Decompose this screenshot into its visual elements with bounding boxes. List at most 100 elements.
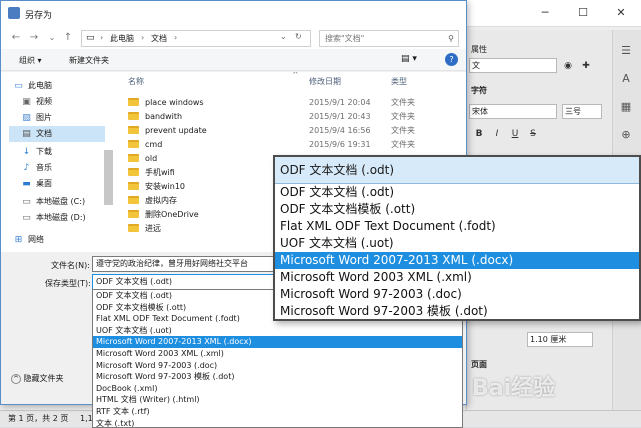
nav-item-videos[interactable]: ▣ 视频 (21, 94, 119, 110)
organize-button[interactable]: 组织 ▾ (19, 55, 42, 66)
sort-chevron-icon: ^ (292, 72, 299, 79)
column-header-date[interactable]: 修改日期 (309, 76, 341, 87)
maximize-icon[interactable]: ☐ (564, 0, 602, 26)
zoomed-current-type[interactable]: ODF 文本文档 (.odt) (275, 157, 639, 184)
minimize-icon[interactable]: ─ (526, 0, 564, 26)
new-style-icon[interactable]: ✚ (578, 58, 594, 74)
filetype-option[interactable]: Microsoft Word 2003 XML (.xml) (93, 348, 462, 360)
zoomed-option[interactable]: ODF 文本文档 (.odt) (275, 184, 639, 201)
update-style-icon[interactable]: ◉ (560, 58, 576, 74)
filetype-option[interactable]: Microsoft Word 97-2003 (.doc) (93, 360, 462, 372)
folder-icon (128, 168, 139, 176)
zoomed-option[interactable]: Flat XML ODF Text Document (.fodt) (275, 218, 639, 235)
forward-arrow-icon[interactable]: → (27, 31, 41, 45)
folder-icon (128, 154, 139, 162)
filetype-option[interactable]: 文本 (.txt) (93, 418, 462, 427)
folder-icon (128, 126, 139, 134)
folder-icon (128, 112, 139, 120)
column-header-name[interactable]: 名称 (128, 76, 144, 87)
filetype-label: 保存类型(T): (45, 279, 91, 288)
breadcrumb-this-pc[interactable]: 此电脑 (110, 33, 134, 44)
filename-label: 文件名(N): (51, 261, 90, 270)
collapse-chevron-icon: ^ (11, 374, 21, 384)
zoomed-option[interactable]: UOF 文本文档 (.uot) (275, 235, 639, 252)
filetype-select[interactable]: ODF 文本文档 (.odt) (92, 274, 282, 290)
drive-icon: ▭ (22, 213, 31, 223)
bold-icon[interactable]: B (471, 126, 487, 142)
filetype-option-selected[interactable]: Microsoft Word 2007-2013 XML (.docx) (93, 336, 462, 348)
file-row[interactable]: prevent update 2015/9/4 16:56 文件夹 (128, 124, 458, 138)
file-row[interactable]: cmd 2015/9/6 19:31 文件夹 (128, 138, 458, 152)
nav-item-drive-d[interactable]: ▭ 本地磁盘 (D:) (21, 210, 119, 226)
address-row: ← → ⌄ ↑ ▭ › 此电脑 › 文档 › ⌄ ↻ 搜索"文档" ⚲ (1, 27, 466, 49)
nav-scrollbar[interactable] (104, 150, 113, 205)
search-input[interactable]: 搜索"文档" ⚲ (319, 30, 459, 47)
filetype-option[interactable]: DocBook (.xml) (93, 383, 462, 395)
folder-icon (128, 210, 139, 218)
filename-input[interactable]: 遵守党的政治纪律，曾牙用好网络社交平台 (92, 256, 282, 272)
folder-icon (128, 140, 139, 148)
folder-icon (128, 98, 139, 106)
new-folder-button[interactable]: 新建文件夹 (69, 55, 109, 66)
paragraph-style-select[interactable]: 文 (469, 58, 557, 73)
indent-spinbox[interactable]: 1.10 厘米 (527, 332, 593, 347)
nav-item-network[interactable]: ⊞ 网络 (13, 232, 111, 248)
dialog-title: 另存为 (25, 11, 53, 21)
font-size-select[interactable]: 三号 (562, 104, 602, 119)
italic-icon[interactable]: I (489, 126, 505, 142)
nav-item-pictures[interactable]: ▨ 图片 (21, 110, 119, 126)
column-header-type[interactable]: 类型 (391, 76, 407, 87)
zoomed-option-selected[interactable]: Microsoft Word 2007-2013 XML (.docx) (275, 252, 639, 269)
recent-chevron-icon[interactable]: ⌄ (45, 31, 59, 45)
gallery-deck-icon[interactable]: ▦ (617, 98, 635, 116)
app-icon (8, 7, 20, 19)
styles-deck-icon[interactable]: A (617, 70, 635, 88)
navigation-pane: ▭ 此电脑 ▣ 视频 ▨ 图片 ▤ 文档 ↓ 下载 ♪ 音乐 ▬ 桌面 ▭ 本地磁盘 (C:) … (1, 72, 114, 252)
download-icon: ↓ (22, 147, 31, 157)
filetype-option[interactable]: UOF 文本文档 (.uot) (93, 325, 462, 337)
file-row[interactable]: bandwith 2015/9/1 20:43 文件夹 (128, 110, 458, 124)
back-arrow-icon[interactable]: ← (9, 31, 23, 45)
zoomed-option[interactable]: Microsoft Word 2003 XML (.xml) (275, 269, 639, 286)
picture-icon: ▨ (22, 113, 31, 123)
zoomed-option[interactable]: Microsoft Word 97-2003 模板 (.dot) (275, 303, 639, 320)
underline-icon[interactable]: U (507, 126, 523, 142)
network-icon: ⊞ (14, 235, 23, 245)
refresh-icon[interactable]: ↻ (295, 32, 302, 41)
dialog-titlebar: 另存为 (1, 1, 466, 27)
desktop-icon: ▬ (22, 179, 31, 189)
close-icon[interactable]: ✕ (602, 0, 640, 26)
address-dropdown-icon[interactable]: ⌄ (280, 32, 287, 41)
filetype-option[interactable]: RTF 文本 (.rtf) (93, 406, 462, 418)
video-icon: ▣ (22, 97, 31, 107)
properties-deck-icon[interactable]: ☰ (617, 42, 635, 60)
zoomed-option-list: ODF 文本文档 (.odt) ODF 文本文档模板 (.ott) Flat X… (275, 184, 639, 320)
filetype-option[interactable]: Microsoft Word 97-2003 模板 (.dot) (93, 371, 462, 383)
view-options-icon[interactable]: ▤ ▾ (401, 54, 417, 64)
breadcrumb-separator-icon: › (174, 33, 178, 42)
filetype-option[interactable]: HTML 文档 (Writer) (.html) (93, 394, 462, 406)
document-icon: ▤ (22, 129, 31, 139)
address-bar[interactable]: ▭ › 此电脑 › 文档 › ⌄ ↻ (81, 30, 311, 47)
zoomed-filetype-dropdown: ODF 文本文档 (.odt) ODF 文本文档 (.odt) ODF 文本文档… (273, 155, 641, 321)
breadcrumb-separator-icon: › (141, 33, 145, 42)
word-count-status: 1,1 (80, 414, 93, 423)
zoomed-option[interactable]: ODF 文本文档模板 (.ott) (275, 201, 639, 218)
breadcrumb-separator-icon: › (100, 33, 104, 42)
up-arrow-icon[interactable]: ↑ (61, 31, 75, 45)
breadcrumb-documents[interactable]: 文档 (151, 33, 167, 44)
file-row[interactable]: place windows 2015/9/1 20:04 文件夹 (128, 96, 458, 110)
font-name-select[interactable]: 宋体 (469, 104, 557, 119)
search-icon: ⚲ (448, 34, 454, 43)
watermark-logo: Bai经验 (472, 376, 556, 401)
help-icon[interactable]: ? (445, 53, 458, 66)
page-section-title: 页面 (471, 360, 487, 369)
navigator-deck-icon[interactable]: ⊕ (617, 126, 635, 144)
folder-icon (128, 196, 139, 204)
strikethrough-icon[interactable]: S (525, 126, 541, 142)
zoomed-option[interactable]: Microsoft Word 97-2003 (.doc) (275, 286, 639, 303)
hide-folders-toggle[interactable]: ^ 隐藏文件夹 (11, 373, 64, 384)
nav-item-documents[interactable]: ▤ 文档 (9, 126, 105, 142)
char-section-title: 字符 (471, 86, 487, 95)
nav-item-this-pc[interactable]: ▭ 此电脑 (13, 78, 111, 94)
